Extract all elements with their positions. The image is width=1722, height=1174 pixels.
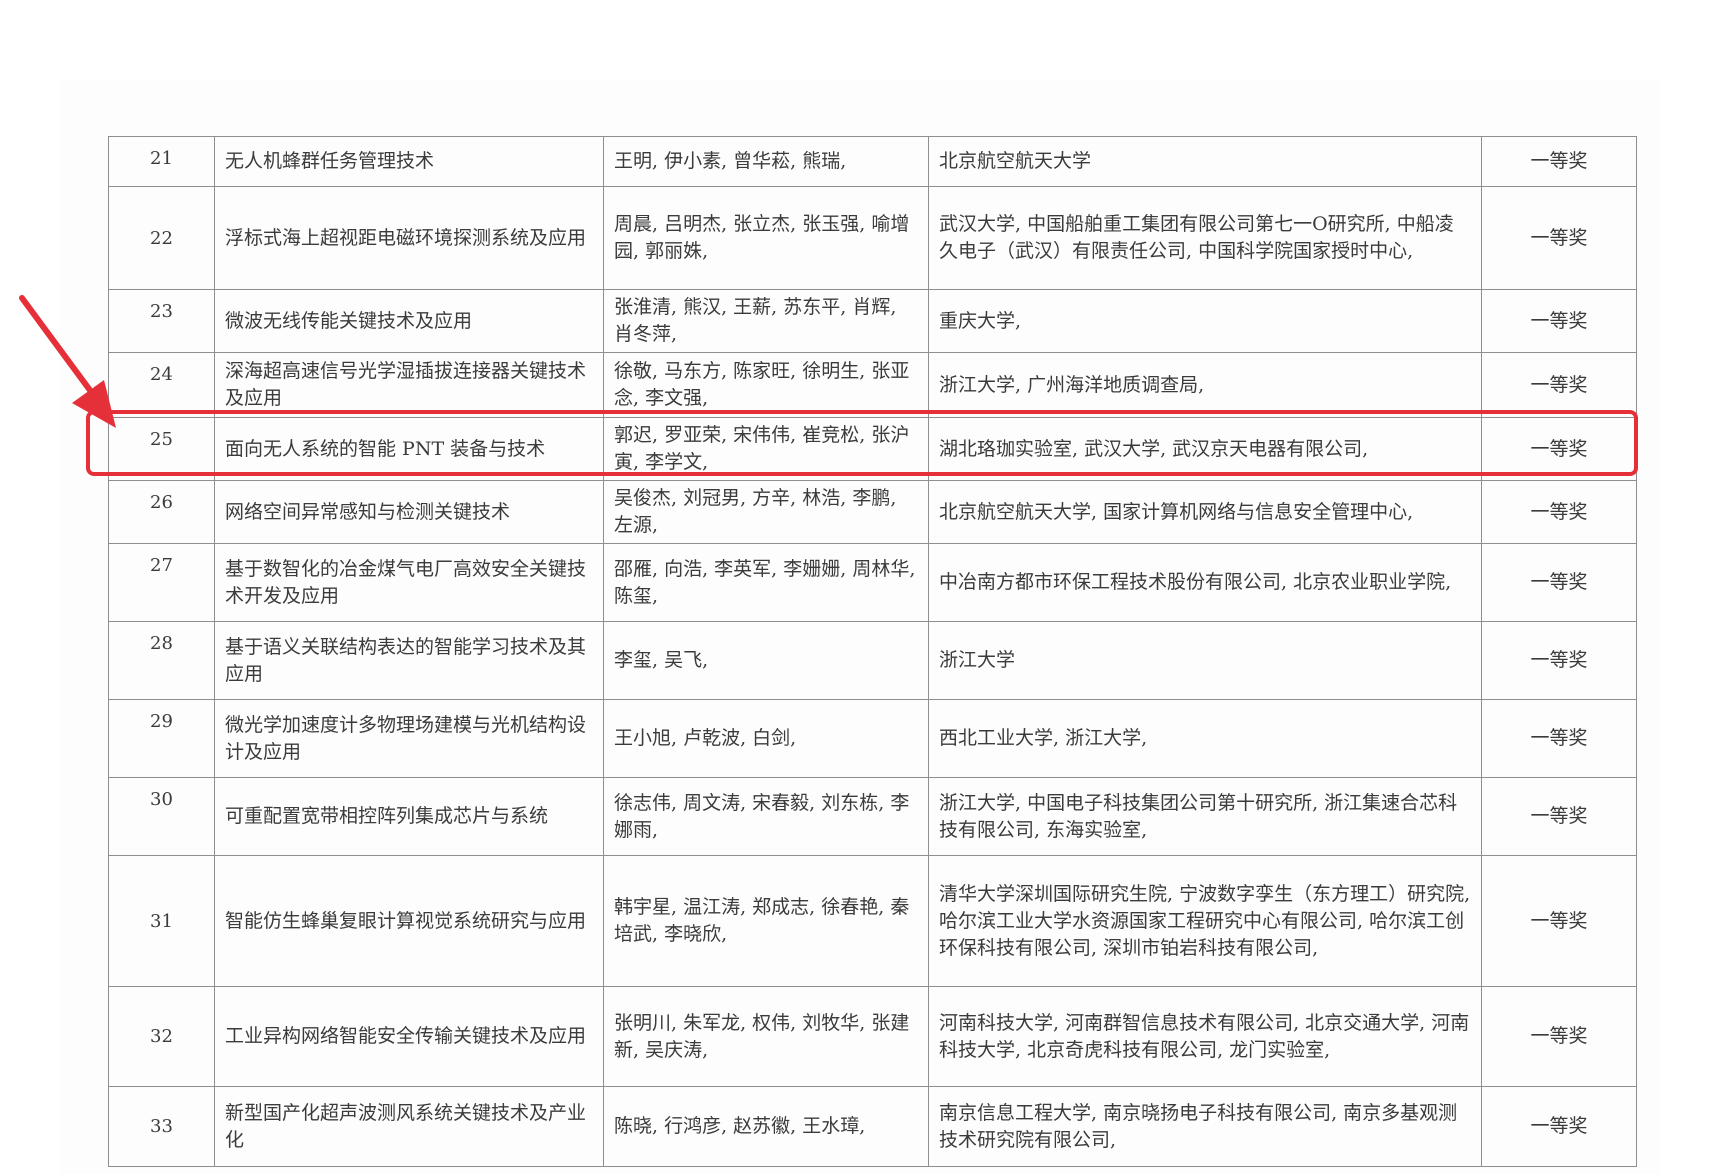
project-title: 浮标式海上超视距电磁环境探测系统及应用 (214, 186, 604, 290)
table-row: 21 无人机蜂群任务管理技术 王明, 伊小素, 曾华菘, 熊瑞, 北京航空航天大… (108, 136, 1637, 187)
award-level: 一等奖 (1481, 136, 1637, 187)
table-row: 26 网络空间异常感知与检测关键技术 吴俊杰, 刘冠男, 方辛, 林浩, 李鹏,… (108, 480, 1637, 544)
project-title: 面向无人系统的智能 PNT 装备与技术 (214, 417, 604, 481)
award-level: 一等奖 (1481, 417, 1637, 481)
row-number: 28 (108, 621, 215, 700)
project-title: 基于语义关联结构表达的智能学习技术及其应用 (214, 621, 604, 700)
project-title: 工业异构网络智能安全传输关键技术及应用 (214, 986, 604, 1087)
table-row: 23 微波无线传能关键技术及应用 张淮清, 熊汉, 王薪, 苏东平, 肖辉, 肖… (108, 289, 1637, 353)
row-number: 24 (108, 352, 215, 418)
row-number: 23 (108, 289, 215, 353)
row-number: 29 (108, 699, 215, 778)
project-title: 微光学加速度计多物理场建模与光机结构设计及应用 (214, 699, 604, 778)
award-level: 一等奖 (1481, 186, 1637, 290)
award-level: 一等奖 (1481, 855, 1637, 987)
award-level: 一等奖 (1481, 621, 1637, 700)
contributors: 李玺, 吴飞, (603, 621, 929, 700)
contributors: 张淮清, 熊汉, 王薪, 苏东平, 肖辉, 肖冬萍, (603, 289, 929, 353)
table-row-highlighted: 25 面向无人系统的智能 PNT 装备与技术 郭迟, 罗亚荣, 宋伟伟, 崔竞松… (108, 417, 1637, 481)
table-row: 29 微光学加速度计多物理场建模与光机结构设计及应用 王小旭, 卢乾波, 白剑,… (108, 699, 1637, 778)
row-number: 30 (108, 777, 215, 856)
organizations: 浙江大学, 广州海洋地质调查局, (928, 352, 1482, 418)
table-row: 28 基于语义关联结构表达的智能学习技术及其应用 李玺, 吴飞, 浙江大学 一等… (108, 621, 1637, 700)
contributors: 王小旭, 卢乾波, 白剑, (603, 699, 929, 778)
award-level: 一等奖 (1481, 1086, 1637, 1167)
contributors: 陈晓, 行鸿彦, 赵苏徽, 王水璋, (603, 1086, 929, 1167)
project-title: 微波无线传能关键技术及应用 (214, 289, 604, 353)
project-title: 无人机蜂群任务管理技术 (214, 136, 604, 187)
organizations: 北京航空航天大学, 国家计算机网络与信息安全管理中心, (928, 480, 1482, 544)
project-title: 智能仿生蜂巢复眼计算视觉系统研究与应用 (214, 855, 604, 987)
table-row: 32 工业异构网络智能安全传输关键技术及应用 张明川, 朱军龙, 权伟, 刘牧华… (108, 986, 1637, 1087)
organizations: 河南科技大学, 河南群智信息技术有限公司, 北京交通大学, 河南科技大学, 北京… (928, 986, 1482, 1087)
award-level: 一等奖 (1481, 480, 1637, 544)
table-row: 31 智能仿生蜂巢复眼计算视觉系统研究与应用 韩宇星, 温江涛, 郑成志, 徐春… (108, 855, 1637, 987)
contributors: 张明川, 朱军龙, 权伟, 刘牧华, 张建新, 吴庆涛, (603, 986, 929, 1087)
row-number: 33 (108, 1086, 215, 1167)
contributors: 邵雁, 向浩, 李英军, 李姗姗, 周林华, 陈玺, (603, 543, 929, 622)
project-title: 新型国产化超声波测风系统关键技术及产业化 (214, 1086, 604, 1167)
organizations: 清华大学深圳国际研究生院, 宁波数字孪生（东方理工）研究院, 哈尔滨工业大学水资… (928, 855, 1482, 987)
row-number: 26 (108, 480, 215, 544)
award-table: 21 无人机蜂群任务管理技术 王明, 伊小素, 曾华菘, 熊瑞, 北京航空航天大… (108, 136, 1637, 1167)
award-level: 一等奖 (1481, 986, 1637, 1087)
organizations: 浙江大学, 中国电子科技集团公司第十研究所, 浙江集速合芯科技有限公司, 东海实… (928, 777, 1482, 856)
award-table-body: 21 无人机蜂群任务管理技术 王明, 伊小素, 曾华菘, 熊瑞, 北京航空航天大… (108, 136, 1637, 1167)
organizations: 武汉大学, 中国船舶重工集团有限公司第七一O研究所, 中船凌久电子（武汉）有限责… (928, 186, 1482, 290)
row-number: 22 (108, 186, 215, 290)
table-row: 33 新型国产化超声波测风系统关键技术及产业化 陈晓, 行鸿彦, 赵苏徽, 王水… (108, 1086, 1637, 1167)
table-row: 24 深海超高速信号光学湿插拔连接器关键技术及应用 徐敬, 马东方, 陈家旺, … (108, 352, 1637, 418)
project-title: 网络空间异常感知与检测关键技术 (214, 480, 604, 544)
organizations: 浙江大学 (928, 621, 1482, 700)
organizations: 湖北珞珈实验室, 武汉大学, 武汉京天电器有限公司, (928, 417, 1482, 481)
award-level: 一等奖 (1481, 699, 1637, 778)
row-number: 21 (108, 136, 215, 187)
project-title: 基于数智化的冶金煤气电厂高效安全关键技术开发及应用 (214, 543, 604, 622)
organizations: 重庆大学, (928, 289, 1482, 353)
project-title: 可重配置宽带相控阵列集成芯片与系统 (214, 777, 604, 856)
project-title: 深海超高速信号光学湿插拔连接器关键技术及应用 (214, 352, 604, 418)
table-row: 22 浮标式海上超视距电磁环境探测系统及应用 周晨, 吕明杰, 张立杰, 张玉强… (108, 186, 1637, 290)
row-number: 31 (108, 855, 215, 987)
award-level: 一等奖 (1481, 777, 1637, 856)
contributors: 周晨, 吕明杰, 张立杰, 张玉强, 喻增园, 郭丽姝, (603, 186, 929, 290)
award-level: 一等奖 (1481, 289, 1637, 353)
table-row: 27 基于数智化的冶金煤气电厂高效安全关键技术开发及应用 邵雁, 向浩, 李英军… (108, 543, 1637, 622)
contributors: 郭迟, 罗亚荣, 宋伟伟, 崔竞松, 张沪寅, 李学文, (603, 417, 929, 481)
organizations: 北京航空航天大学 (928, 136, 1482, 187)
contributors: 徐志伟, 周文涛, 宋春毅, 刘东栋, 李娜雨, (603, 777, 929, 856)
award-level: 一等奖 (1481, 543, 1637, 622)
organizations: 南京信息工程大学, 南京晓扬电子科技有限公司, 南京多基观测技术研究院有限公司, (928, 1086, 1482, 1167)
award-level: 一等奖 (1481, 352, 1637, 418)
table-row: 30 可重配置宽带相控阵列集成芯片与系统 徐志伟, 周文涛, 宋春毅, 刘东栋,… (108, 777, 1637, 856)
row-number: 27 (108, 543, 215, 622)
contributors: 王明, 伊小素, 曾华菘, 熊瑞, (603, 136, 929, 187)
row-number: 32 (108, 986, 215, 1087)
organizations: 中冶南方都市环保工程技术股份有限公司, 北京农业职业学院, (928, 543, 1482, 622)
row-number: 25 (108, 417, 215, 481)
organizations: 西北工业大学, 浙江大学, (928, 699, 1482, 778)
contributors: 韩宇星, 温江涛, 郑成志, 徐春艳, 秦培武, 李晓欣, (603, 855, 929, 987)
contributors: 徐敬, 马东方, 陈家旺, 徐明生, 张亚念, 李文强, (603, 352, 929, 418)
contributors: 吴俊杰, 刘冠男, 方辛, 林浩, 李鹏, 左源, (603, 480, 929, 544)
